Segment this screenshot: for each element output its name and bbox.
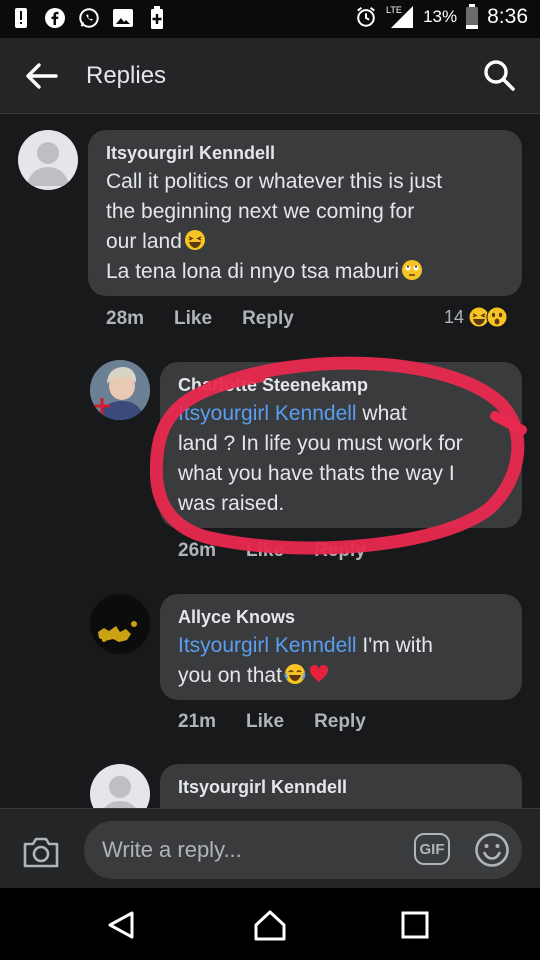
avatar[interactable] xyxy=(18,130,78,190)
eye-roll-emoji-icon xyxy=(402,260,423,280)
avatar[interactable] xyxy=(90,594,150,654)
reply-button[interactable]: Reply xyxy=(314,540,366,562)
recents-icon[interactable] xyxy=(398,908,432,942)
reply-button[interactable]: Reply xyxy=(314,711,366,733)
comment-actions: 21m Like Reply xyxy=(178,711,366,733)
comment-bubble: Allyce Knows Itsyourgirl Kenndell I'm wi… xyxy=(160,594,522,700)
like-button[interactable]: Like xyxy=(246,540,284,562)
comment-author[interactable]: Allyce Knows xyxy=(178,606,506,628)
whatsapp-icon xyxy=(78,6,100,30)
tears-of-joy-emoji-icon xyxy=(284,664,306,684)
camera-icon[interactable] xyxy=(22,835,60,869)
reaction-summary[interactable]: 14 xyxy=(444,306,508,328)
clock: 8:36 xyxy=(487,5,528,28)
comment-actions: 28m Like Reply xyxy=(106,308,294,330)
comment-actions: 26m Like Reply xyxy=(178,540,366,562)
comment-text: Itsyourgirl Kenndell what land ? In life… xyxy=(178,402,463,515)
signal-icon: LTE xyxy=(385,5,415,29)
system-nav-bar xyxy=(0,888,540,960)
reaction-count: 14 xyxy=(444,306,465,327)
facebook-icon xyxy=(44,6,66,30)
notification-icons xyxy=(10,6,168,30)
page-title: Replies xyxy=(86,62,167,89)
comment-text: Call it politics or whatever this is jus… xyxy=(106,170,443,283)
home-icon[interactable] xyxy=(252,908,286,942)
svg-text:LTE: LTE xyxy=(386,5,402,15)
arrow-left-icon[interactable] xyxy=(24,62,58,90)
comment-time: 21m xyxy=(178,711,217,732)
like-button[interactable]: Like xyxy=(246,711,284,733)
comment-text: Itsyourgirl Kenndell I'm with you on tha… xyxy=(178,634,433,687)
comment-time: 26m xyxy=(178,540,217,561)
comment-author[interactable]: Charlotte Steenekamp xyxy=(178,374,506,396)
gif-button[interactable]: GIF xyxy=(414,833,450,865)
status-bar: LTE 13% 8:36 xyxy=(0,0,540,38)
image-icon xyxy=(112,6,134,30)
battery-saver-icon xyxy=(146,6,168,30)
comment-bubble: Charlotte Steenekamp Itsyourgirl Kenndel… xyxy=(160,362,522,528)
app-header: Replies xyxy=(0,38,540,114)
reply-composer xyxy=(0,808,540,888)
avatar[interactable] xyxy=(90,360,150,420)
like-button[interactable]: Like xyxy=(174,308,212,330)
battery-icon xyxy=(465,4,479,29)
comment-bubble: Itsyourgirl Kenndell Call it politics or… xyxy=(88,130,522,296)
grinning-squint-emoji-icon xyxy=(184,230,205,250)
alert-icon xyxy=(10,6,32,30)
system-status: LTE 13% 8:36 xyxy=(355,4,528,29)
search-icon[interactable] xyxy=(482,58,516,92)
comment-author[interactable]: Itsyourgirl Kenndell xyxy=(178,776,506,798)
mention-link[interactable]: Itsyourgirl Kenndell xyxy=(178,402,357,425)
alarm-icon xyxy=(355,5,377,29)
comment-time: 28m xyxy=(106,308,145,329)
battery-percent: 13% xyxy=(423,7,458,26)
smiley-icon[interactable] xyxy=(474,832,510,868)
back-triangle-icon[interactable] xyxy=(104,908,138,942)
wow-reaction-icon xyxy=(486,306,508,328)
reply-button[interactable]: Reply xyxy=(242,308,294,330)
mention-link[interactable]: Itsyourgirl Kenndell xyxy=(178,634,357,657)
red-heart-icon xyxy=(309,664,328,682)
comment-author[interactable]: Itsyourgirl Kenndell xyxy=(106,142,506,164)
reply-input[interactable] xyxy=(84,821,522,879)
